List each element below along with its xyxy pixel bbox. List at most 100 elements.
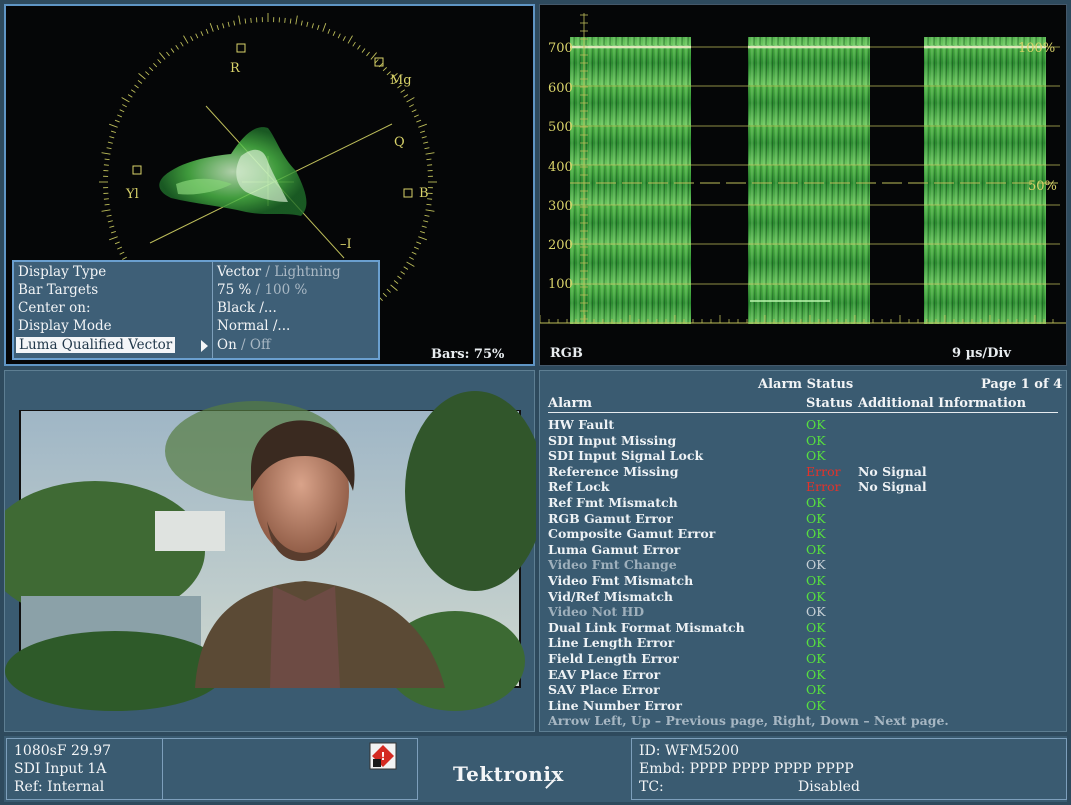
alarm-status: OK bbox=[806, 604, 826, 620]
alarm-status: OK bbox=[806, 432, 826, 448]
alarm-status: OK bbox=[806, 666, 826, 682]
alarm-status: OK bbox=[806, 682, 826, 698]
alarm-status: OK bbox=[806, 619, 826, 635]
waveform-mode-label: RGB bbox=[550, 346, 583, 361]
alarm-name: SDI Input Signal Lock bbox=[548, 448, 704, 464]
alarm-row: SDI Input Signal Lock OK bbox=[548, 448, 1058, 464]
alarm-name: SAV Place Error bbox=[548, 682, 660, 698]
y-tick-700: 700 bbox=[548, 41, 573, 56]
warning-icon[interactable]: ! bbox=[369, 742, 397, 770]
timebase-label: 9 µs/Div bbox=[952, 346, 1011, 361]
alarm-status: OK bbox=[806, 588, 826, 604]
alarm-name: SDI Input Missing bbox=[548, 432, 677, 448]
alarm-row: Ref Lock Error No Signal bbox=[548, 479, 1058, 495]
vectorscope-panel[interactable]: R Mg Yl B Q –I Bars: 75% Display Type Ve… bbox=[4, 4, 535, 366]
timecode-value: Disabled bbox=[798, 779, 860, 795]
alarm-name: Line Length Error bbox=[548, 635, 675, 651]
column-header-alarm: Alarm bbox=[548, 396, 593, 411]
y-tick-100: 100 bbox=[548, 277, 573, 292]
waveform-trace bbox=[570, 37, 1046, 324]
svg-text:Yl: Yl bbox=[125, 187, 139, 202]
alarm-status: OK bbox=[806, 697, 826, 713]
menu-item-luma-qualified-vector[interactable]: Luma Qualified Vector On / Off bbox=[14, 337, 378, 355]
waveform-graticule: 700 600 500 400 300 200 100 100% 50% RGB… bbox=[540, 13, 1066, 361]
alarm-navigation-hint: Arrow Left, Up – Previous page, Right, D… bbox=[548, 713, 949, 728]
alarm-row: Reference Missing Error No Signal bbox=[548, 464, 1058, 480]
settings-menu[interactable]: Display Type Vector / Lightning Bar Targ… bbox=[12, 260, 380, 360]
alarm-name: Composite Gamut Error bbox=[548, 526, 716, 542]
pct-100-label: 100% bbox=[1018, 41, 1055, 56]
alarm-status: OK bbox=[806, 572, 826, 588]
menu-item-display-mode[interactable]: Display Mode Normal /... bbox=[14, 318, 378, 336]
alarm-row: SDI Input Missing OK bbox=[548, 433, 1058, 449]
y-tick-500: 500 bbox=[548, 120, 573, 135]
alarm-row: Video Fmt Mismatch OK bbox=[548, 573, 1058, 589]
header-divider bbox=[548, 412, 1058, 413]
alarm-name: Ref Fmt Mismatch bbox=[548, 494, 678, 510]
alarm-name: Video Fmt Mismatch bbox=[548, 572, 694, 588]
alarm-page-indicator: Page 1 of 4 bbox=[981, 377, 1063, 392]
alarm-additional-info: No Signal bbox=[858, 479, 927, 495]
y-tick-400: 400 bbox=[548, 160, 573, 175]
alarm-status: OK bbox=[806, 510, 826, 526]
picture-panel[interactable] bbox=[4, 370, 536, 732]
alarm-name: Field Length Error bbox=[548, 650, 679, 666]
bars-label: Bars: 75% bbox=[431, 347, 505, 362]
alarm-row: Composite Gamut Error OK bbox=[548, 526, 1058, 542]
svg-text:R: R bbox=[230, 61, 241, 76]
alarm-row: Line Length Error OK bbox=[548, 635, 1058, 651]
menu-item-center-on[interactable]: Center on: Black /... bbox=[14, 300, 378, 318]
alarm-status: OK bbox=[806, 541, 826, 557]
svg-text:Q: Q bbox=[394, 135, 405, 150]
video-format: 1080sF 29.97 bbox=[14, 743, 112, 759]
column-header-status: Status bbox=[806, 396, 853, 411]
alarm-additional-info: No Signal bbox=[858, 463, 927, 479]
alarm-row: HW Fault OK bbox=[548, 417, 1058, 433]
alarm-row: Line Number Error OK bbox=[548, 698, 1058, 714]
alarm-panel-title: Alarm Status bbox=[758, 377, 854, 392]
instrument-id: ID: WFM5200 bbox=[639, 743, 739, 759]
input-source: SDI Input 1A bbox=[14, 761, 107, 777]
alarm-status: OK bbox=[806, 494, 826, 510]
menu-item-bar-targets[interactable]: Bar Targets 75 % / 100 % bbox=[14, 282, 378, 300]
submenu-arrow-icon bbox=[201, 340, 208, 352]
y-tick-600: 600 bbox=[548, 81, 573, 96]
alarm-row: Luma Gamut Error OK bbox=[548, 542, 1058, 558]
svg-text:–I: –I bbox=[340, 237, 352, 252]
alarm-row: RGB Gamut Error OK bbox=[548, 511, 1058, 527]
column-header-info: Additional Information bbox=[858, 396, 1027, 411]
svg-text:!: ! bbox=[380, 750, 385, 763]
alarm-status: OK bbox=[806, 417, 826, 432]
alarm-name: Line Number Error bbox=[548, 697, 682, 713]
alarm-name: Video Fmt Change bbox=[548, 557, 677, 573]
alarm-row: Field Length Error OK bbox=[548, 651, 1058, 667]
instrument-info-box: ID: WFM5200 Embd: PPPP PPPP PPPP PPPP TC… bbox=[631, 738, 1067, 800]
menu-item-display-type[interactable]: Display Type Vector / Lightning bbox=[14, 264, 378, 282]
waveform-panel[interactable]: 700 600 500 400 300 200 100 100% 50% RGB… bbox=[539, 4, 1067, 366]
alarm-row: Video Not HD OK bbox=[548, 604, 1058, 620]
y-tick-300: 300 bbox=[548, 199, 573, 214]
alarm-name: Vid/Ref Mismatch bbox=[548, 588, 674, 604]
video-picture bbox=[5, 391, 536, 711]
alarm-name: HW Fault bbox=[548, 417, 615, 432]
svg-text:Mg: Mg bbox=[390, 73, 412, 88]
vectorscope-trace bbox=[159, 127, 307, 216]
alarm-status-panel[interactable]: Alarm Status Page 1 of 4 Alarm Status Ad… bbox=[539, 370, 1067, 732]
alarm-row: Vid/Ref Mismatch OK bbox=[548, 589, 1058, 605]
alarm-list[interactable]: HW Fault OK SDI Input Missing OK SDI Input S… bbox=[548, 417, 1058, 713]
alarm-status: OK bbox=[806, 650, 826, 666]
alarm-row: Dual Link Format Mismatch OK bbox=[548, 620, 1058, 636]
signal-info-box: 1080sF 29.97 SDI Input 1A Ref: Internal bbox=[6, 738, 163, 800]
alarm-row: Video Fmt Change OK bbox=[548, 557, 1058, 573]
alarm-name: Ref Lock bbox=[548, 479, 610, 495]
alarm-row: EAV Place Error OK bbox=[548, 667, 1058, 683]
timecode-label: TC: bbox=[639, 779, 664, 795]
alarm-status: OK bbox=[806, 448, 826, 464]
alarm-name: Video Not HD bbox=[548, 604, 645, 620]
svg-text:B: B bbox=[419, 186, 429, 201]
alarm-name: Dual Link Format Mismatch bbox=[548, 619, 745, 635]
reference-source: Ref: Internal bbox=[14, 779, 105, 795]
alarm-name: Luma Gamut Error bbox=[548, 541, 681, 557]
alarm-row: SAV Place Error OK bbox=[548, 682, 1058, 698]
y-tick-200: 200 bbox=[548, 238, 573, 253]
